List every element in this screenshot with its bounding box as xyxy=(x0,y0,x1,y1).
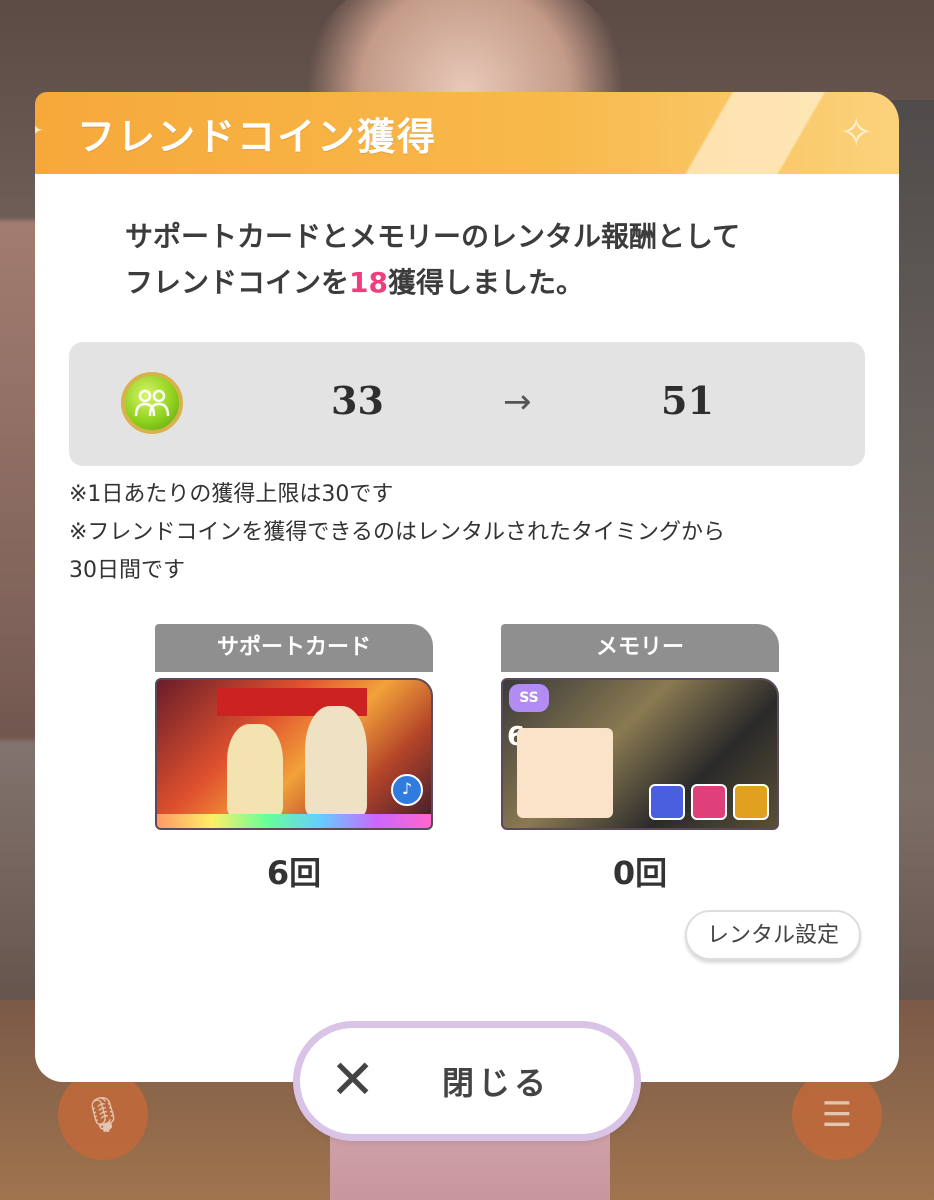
support-card-block: サポートカード ♪ 6回 xyxy=(155,624,433,894)
note-line-3: 30日間です xyxy=(69,558,185,583)
memory-thumbnail[interactable]: SS 6 xyxy=(501,678,779,830)
microphone-icon[interactable]: 🎙 xyxy=(58,1070,148,1160)
card-type-icon: ♪ xyxy=(391,774,423,806)
skill-dance-icon xyxy=(649,784,685,820)
close-icon: ✕ xyxy=(330,1048,376,1111)
close-label: 閉じる xyxy=(442,1064,551,1102)
support-card-tab: サポートカード xyxy=(155,624,433,672)
support-card-thumbnail[interactable]: ♪ xyxy=(155,678,433,830)
reward-message: サポートカードとメモリーのレンタル報酬として フレンドコインを18獲得しました。 xyxy=(125,214,825,306)
rank-badge-icon: SS xyxy=(509,684,549,712)
skill-visual-icon xyxy=(733,784,769,820)
message-line-1: サポートカードとメモリーのレンタル報酬として xyxy=(125,220,741,253)
memory-block: メモリー SS 6 0回 xyxy=(501,624,779,894)
sparkle-icon: ✧ xyxy=(839,110,873,156)
coin-before: 33 xyxy=(331,378,384,423)
coin-change-bar: 33 → 51 xyxy=(69,342,865,466)
close-button[interactable]: ✕ 閉じる xyxy=(300,1028,634,1134)
coin-after: 51 xyxy=(661,378,714,423)
skill-vocal-icon xyxy=(691,784,727,820)
dialog-body: サポートカードとメモリーのレンタル報酬として フレンドコインを18獲得しました。… xyxy=(35,174,899,1082)
note-line-2: ※フレンドコインを獲得できるのはレンタルされたタイミングから xyxy=(69,520,725,545)
dialog-title: フレンドコイン獲得 xyxy=(77,115,438,159)
memory-tab: メモリー xyxy=(501,624,779,672)
dialog-header: ✦ フレンドコイン獲得 ✧ xyxy=(35,92,899,174)
support-card-rental-count: 6回 xyxy=(266,854,322,892)
menu-icon[interactable]: ☰ xyxy=(792,1070,882,1160)
memory-rental-count: 0回 xyxy=(612,854,668,892)
arrow-right-icon: → xyxy=(503,382,532,422)
notes: ※1日あたりの獲得上限は30です ※フレンドコインを獲得できるのはレンタルされた… xyxy=(69,476,869,590)
friend-coin-icon xyxy=(121,372,183,434)
note-line-1: ※1日あたりの獲得上限は30です xyxy=(69,482,394,507)
friend-coin-dialog: ✦ フレンドコイン獲得 ✧ サポートカードとメモリーのレンタル報酬として フレン… xyxy=(35,92,899,1082)
message-line-2: フレンドコインを18獲得しました。 xyxy=(125,266,584,299)
reward-amount: 18 xyxy=(349,266,388,299)
rental-settings-button[interactable]: レンタル設定 xyxy=(685,910,861,960)
skill-icons xyxy=(649,784,769,820)
sparkle-icon: ✦ xyxy=(35,114,44,147)
